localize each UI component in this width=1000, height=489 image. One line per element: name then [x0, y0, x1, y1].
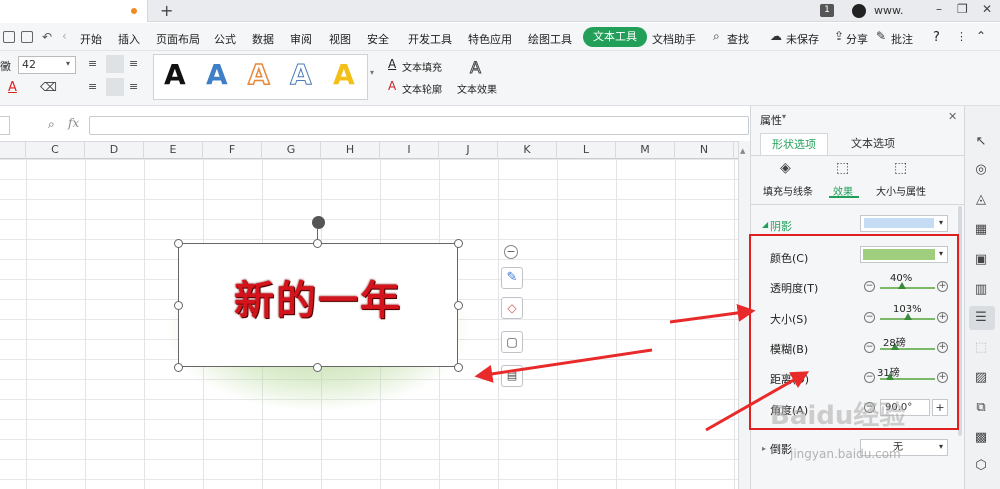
watermark-url: jingyan.baidu.com — [790, 447, 901, 461]
arrow-to-textbox — [474, 348, 653, 383]
watermark-logo: Baidu经验 — [770, 401, 906, 431]
arrow-to-size — [669, 303, 756, 324]
